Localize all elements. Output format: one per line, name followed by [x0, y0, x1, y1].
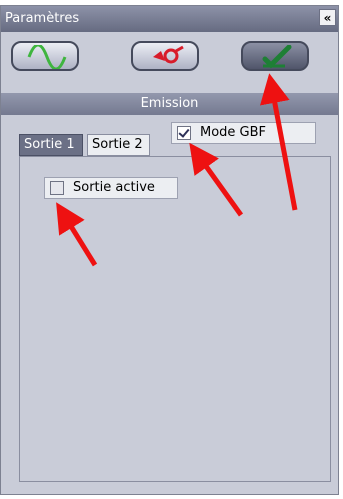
- tab-sortie-2[interactable]: Sortie 2: [87, 134, 150, 156]
- collapse-panel-button[interactable]: «: [319, 9, 336, 26]
- probe-mode-button[interactable]: [131, 41, 199, 71]
- sortie-1-panel: Sortie active: [19, 156, 331, 482]
- sortie-active-option[interactable]: Sortie active: [44, 177, 178, 199]
- sine-wave-icon: [27, 45, 67, 69]
- mode-gbf-label: Mode GBF: [200, 125, 267, 140]
- emission-section-header: Emission: [1, 93, 338, 115]
- tab-sortie-1[interactable]: Sortie 1: [19, 134, 83, 156]
- settings-panel: Paramètres « Emission Sortie 1 Sortie 2: [0, 5, 339, 495]
- check-icon: [262, 45, 292, 69]
- probe-icon: [153, 45, 184, 64]
- emission-mode-button[interactable]: [241, 41, 309, 71]
- sortie-active-checkbox[interactable]: [50, 181, 64, 195]
- mode-gbf-option[interactable]: Mode GBF: [171, 122, 316, 144]
- panel-title: Paramètres: [5, 11, 80, 26]
- panel-titlebar: Paramètres «: [1, 6, 338, 32]
- mode-toolbar: [1, 32, 338, 90]
- sortie-active-label: Sortie active: [73, 180, 155, 195]
- signal-mode-button[interactable]: [11, 41, 79, 71]
- mode-gbf-checkbox[interactable]: [177, 126, 191, 140]
